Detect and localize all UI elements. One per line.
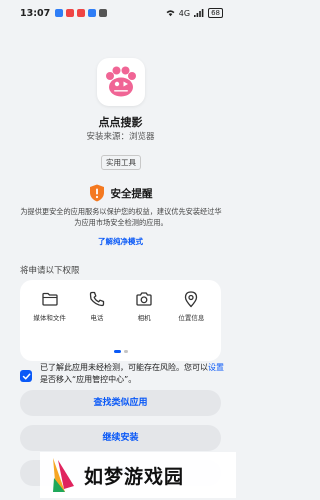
security-description: 为提供更安全的应用服务以保护您的权益，建议优先安装经过华为应用市场安全检测的应用… <box>20 207 222 227</box>
signal-type: 4G <box>178 8 191 18</box>
permission-media-files: 媒体和文件 <box>26 288 73 322</box>
location-icon <box>185 291 198 308</box>
watermark-logo <box>53 458 74 492</box>
status-bar: 13:07 4G 68 <box>0 0 241 26</box>
permissions-grid: 媒体和文件 电话 相机 位置信息 <box>20 288 221 322</box>
notification-icon <box>77 9 86 17</box>
status-time: 13:07 <box>20 7 51 19</box>
permission-phone: 电话 <box>73 288 120 322</box>
security-title: 安全提醒 <box>110 187 153 200</box>
signal-icon <box>194 9 204 17</box>
watermark: 如梦游戏园 <box>40 452 236 498</box>
consent-text-after: 是否移入“应用管控中心”。 <box>40 375 137 384</box>
consent-text: 已了解此应用未经检测，可能存在风险。您可以设置是否移入“应用管控中心”。 <box>40 362 225 386</box>
notification-icon <box>66 9 75 17</box>
status-left: 13:07 <box>20 7 108 19</box>
pure-mode-link[interactable]: 了解纯净模式 <box>0 236 241 247</box>
permission-label: 位置信息 <box>178 314 205 322</box>
battery-indicator: 68 <box>208 8 223 18</box>
notification-icon <box>99 9 108 17</box>
notification-icon <box>88 9 97 17</box>
permission-label: 相机 <box>137 314 151 322</box>
settings-link[interactable]: 设置 <box>208 363 224 372</box>
app-name: 点点搜影 <box>98 116 143 129</box>
folder-icon <box>41 292 58 306</box>
pager-dot-active <box>113 350 121 353</box>
notification-icon <box>55 9 64 17</box>
find-similar-app-button[interactable]: 查找类似应用 <box>20 390 221 416</box>
permission-location: 位置信息 <box>168 288 215 322</box>
pager-dot <box>123 350 128 353</box>
permissions-heading: 将申请以下权限 <box>20 266 80 276</box>
permission-label: 媒体和文件 <box>33 314 66 322</box>
risk-consent: 已了解此应用未经检测，可能存在风险。您可以设置是否移入“应用管控中心”。 <box>20 362 225 386</box>
phone-icon <box>89 291 105 307</box>
permissions-pager <box>20 350 221 353</box>
permission-camera: 相机 <box>121 288 168 322</box>
watermark-text: 如梦游戏园 <box>84 465 185 488</box>
permissions-card[interactable]: 媒体和文件 电话 相机 位置信息 <box>20 280 221 361</box>
wifi-icon <box>166 10 175 17</box>
category-badge: 实用工具 <box>101 155 141 170</box>
install-source: 安装来源：浏览器 <box>86 132 155 142</box>
check-icon <box>22 373 30 379</box>
consent-checkbox[interactable] <box>20 370 32 382</box>
permission-label: 电话 <box>90 314 104 322</box>
shield-icon <box>89 184 104 202</box>
status-right: 4G 68 <box>166 8 223 18</box>
app-icon <box>97 58 145 106</box>
security-header: 安全提醒 <box>0 184 241 202</box>
continue-install-button[interactable]: 继续安装 <box>20 425 221 451</box>
camera-icon <box>136 292 152 306</box>
paw-icon <box>106 66 136 97</box>
consent-text-before: 已了解此应用未经检测，可能存在风险。您可以 <box>40 363 208 372</box>
